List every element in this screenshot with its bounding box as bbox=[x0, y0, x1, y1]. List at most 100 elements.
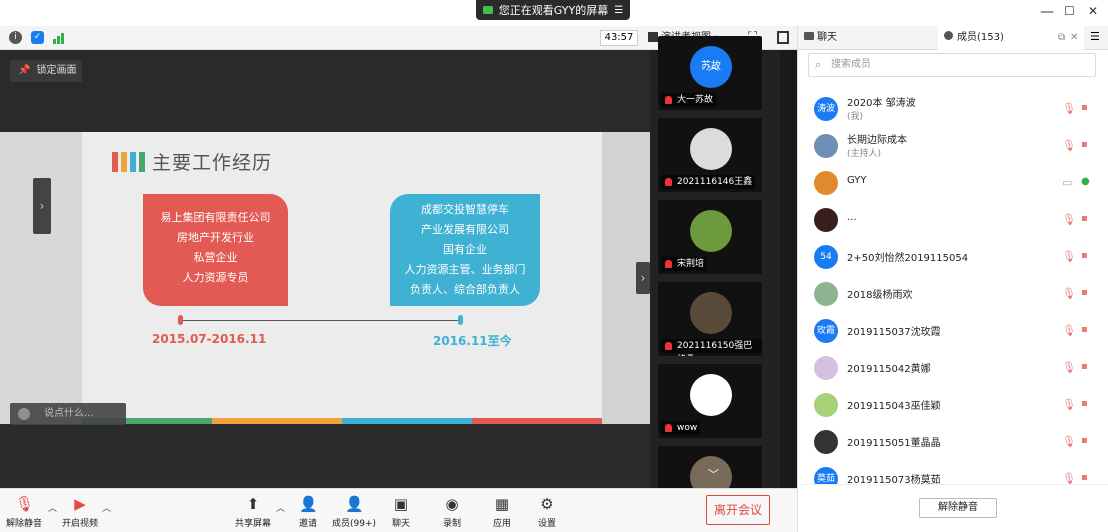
video-gallery: 苏故 大一苏故 2021116146王鑫 宋荆培 2021116150强巴格桑 … bbox=[650, 36, 797, 520]
mic-muted-icon[interactable]: 🎙 bbox=[1062, 103, 1076, 115]
member-row[interactable]: 涛波 2020本 邹涛波 (我) 🎙 ▪ bbox=[798, 91, 1108, 127]
screen-sharing-icon[interactable]: ▭ bbox=[1062, 177, 1072, 189]
gallery-scrollbar[interactable] bbox=[780, 50, 797, 488]
video-tile[interactable]: 2021116150强巴格桑 bbox=[658, 282, 762, 356]
job-right-line: 负责人、综合部负责人 bbox=[410, 283, 520, 296]
mic-muted-icon[interactable]: 🎙 bbox=[1062, 140, 1076, 152]
leave-meeting-button[interactable]: 离开会议 bbox=[706, 495, 770, 525]
quick-chat-input[interactable]: 说点什么... bbox=[10, 403, 126, 425]
screen-share-banner[interactable]: 您正在观看GYY的屏幕 ☰ bbox=[476, 0, 630, 20]
camera-off-icon[interactable]: ▪ bbox=[1081, 436, 1095, 446]
panel-footer: 解除静音 bbox=[798, 484, 1108, 532]
mic-muted-icon[interactable]: 🎙 bbox=[1062, 399, 1076, 411]
job-left-line: 人力资源专员 bbox=[182, 271, 249, 284]
avatar bbox=[814, 393, 838, 417]
search-input[interactable]: ⌕ 搜索成员 bbox=[808, 53, 1096, 77]
video-tile[interactable]: 宋荆培 bbox=[658, 200, 762, 274]
mic-muted-icon[interactable]: 🎙 bbox=[1062, 362, 1076, 374]
member-row[interactable]: 2018级杨雨欢 🎙 ▪ bbox=[798, 276, 1108, 312]
mic-on-icon[interactable]: ● bbox=[1081, 177, 1095, 187]
shield-icon[interactable]: ✓ bbox=[31, 31, 44, 44]
avatar bbox=[814, 208, 838, 232]
avatar bbox=[690, 210, 732, 252]
share-banner-text: 您正在观看GYY的屏幕 bbox=[498, 4, 609, 17]
settings-button[interactable]: ⚙ 设置 bbox=[519, 493, 575, 531]
tab-members-label: 成员(153) bbox=[957, 32, 1004, 43]
lock-view-button[interactable]: 📌 锁定画面 bbox=[10, 60, 82, 82]
info-icon[interactable]: i bbox=[9, 31, 22, 44]
camera-off-icon[interactable]: ▪ bbox=[1081, 251, 1095, 261]
job-left-line: 私营企业 bbox=[193, 251, 238, 264]
record-button[interactable]: ◉ 录制 bbox=[424, 493, 480, 531]
avatar bbox=[814, 430, 838, 454]
unmute-button[interactable]: 🎙 解除静音 bbox=[0, 493, 52, 531]
title-bars-icon bbox=[112, 152, 145, 172]
member-name: 2019115042黄娜 bbox=[847, 364, 931, 375]
signal-icon[interactable] bbox=[53, 32, 67, 44]
camera-off-icon[interactable]: ▪ bbox=[1081, 325, 1095, 335]
member-role: (主持人) bbox=[847, 149, 882, 159]
popout-icon[interactable]: ⧉ bbox=[1058, 26, 1065, 50]
member-row[interactable]: 54 2+50刘怡然2019115054 🎙 ▪ bbox=[798, 239, 1108, 275]
mic-muted-icon[interactable]: 🎙 bbox=[1062, 288, 1076, 300]
camera-off-icon: ▶ bbox=[74, 495, 86, 513]
job-left-line: 易上集团有限责任公司 bbox=[160, 211, 271, 224]
member-row[interactable]: 玫霞 2019115037沈玫霞 🎙 ▪ bbox=[798, 313, 1108, 349]
participant-name: wow bbox=[661, 421, 701, 435]
member-row[interactable]: ... 🎙 ▪ bbox=[798, 202, 1108, 238]
member-row[interactable]: 2019115051董晶晶 🎙 ▪ bbox=[798, 424, 1108, 460]
member-row[interactable]: 长期边际成本 (主持人) 🎙 ▪ bbox=[798, 128, 1108, 164]
quick-chat-placeholder: 说点什么... bbox=[44, 408, 94, 419]
close-button[interactable]: ✕ bbox=[1088, 4, 1098, 18]
camera-off-icon[interactable]: ▪ bbox=[1081, 140, 1095, 150]
tab-members[interactable]: 成员(153) ⧉ ✕ bbox=[938, 26, 1084, 50]
timeline-line bbox=[180, 320, 462, 321]
member-row[interactable]: 2019115042黄娜 🎙 ▪ bbox=[798, 350, 1108, 386]
member-name: 2019115043巫佳颖 bbox=[847, 401, 941, 412]
share-screen-button[interactable]: ⬆ 共享屏幕 bbox=[225, 493, 281, 531]
chat-button[interactable]: ▣ 聊天 bbox=[373, 493, 429, 531]
camera-off-icon[interactable]: ▪ bbox=[1081, 473, 1095, 483]
camera-off-icon[interactable]: ▪ bbox=[1081, 399, 1095, 409]
slide-title: 主要工作经历 bbox=[152, 152, 273, 174]
member-row[interactable]: GYY ▭ ● bbox=[798, 165, 1108, 201]
camera-off-icon[interactable]: ▪ bbox=[1081, 214, 1095, 224]
mic-muted-icon[interactable]: 🎙 bbox=[1062, 214, 1076, 226]
date-right: 2016.11至今 bbox=[433, 334, 512, 348]
member-name: 2019115037沈玫霞 bbox=[847, 327, 941, 338]
gallery-scroll-down-icon[interactable]: ﹀ bbox=[708, 466, 719, 482]
avatar bbox=[814, 171, 838, 195]
member-name: ... bbox=[847, 212, 857, 223]
tab-chat[interactable]: 聊天 bbox=[798, 26, 938, 50]
mic-muted-icon[interactable]: 🎙 bbox=[1062, 251, 1076, 263]
video-tile[interactable]: 2021116146王鑫 bbox=[658, 118, 762, 192]
menu-icon[interactable]: ☰ bbox=[1090, 30, 1100, 43]
camera-off-icon[interactable]: ▪ bbox=[1081, 103, 1095, 113]
member-name: 长期边际成本 bbox=[847, 135, 907, 146]
maximize-button[interactable]: ☐ bbox=[1064, 4, 1075, 18]
job-right-line: 产业发展有限公司 bbox=[421, 223, 509, 236]
video-tile[interactable]: wow bbox=[658, 364, 762, 438]
video-options-caret[interactable]: ︿ bbox=[102, 501, 111, 514]
member-row[interactable]: 2019115043巫佳颖 🎙 ▪ bbox=[798, 387, 1108, 423]
camera-off-icon[interactable]: ▪ bbox=[1081, 362, 1095, 372]
gallery-scroll-up-icon[interactable]: ︿ bbox=[708, 58, 719, 74]
share-screen-label: 共享屏幕 bbox=[234, 519, 271, 529]
camera-off-icon[interactable]: ▪ bbox=[1081, 288, 1095, 298]
meeting-window: 您正在观看GYY的屏幕 ☰ — ☐ ✕ i ✓ 43:57 演讲者视图 ▾ ⛶ … bbox=[0, 0, 1108, 532]
stage-right-arrow-button[interactable]: › bbox=[636, 262, 650, 294]
stage-left-arrow-button[interactable]: › bbox=[33, 178, 51, 234]
minimize-button[interactable]: — bbox=[1040, 4, 1054, 20]
list-icon[interactable]: ☰ bbox=[614, 5, 623, 16]
unmute-all-button[interactable]: 解除静音 bbox=[919, 498, 997, 518]
emoji-icon[interactable] bbox=[18, 408, 30, 420]
close-icon[interactable]: ✕ bbox=[1070, 26, 1078, 50]
start-video-button[interactable]: ▶ 开启视频 bbox=[52, 493, 108, 531]
avatar bbox=[814, 282, 838, 306]
mic-muted-icon[interactable]: 🎙 bbox=[1062, 436, 1076, 448]
job-box-left: 易上集团有限责任公司 房地产开发行业 私营企业 人力资源专员 bbox=[143, 194, 288, 306]
mic-muted-icon[interactable]: 🎙 bbox=[1062, 325, 1076, 337]
layout-icon[interactable] bbox=[777, 31, 789, 44]
search-placeholder: 搜索成员 bbox=[831, 59, 871, 70]
avatar bbox=[690, 128, 732, 170]
